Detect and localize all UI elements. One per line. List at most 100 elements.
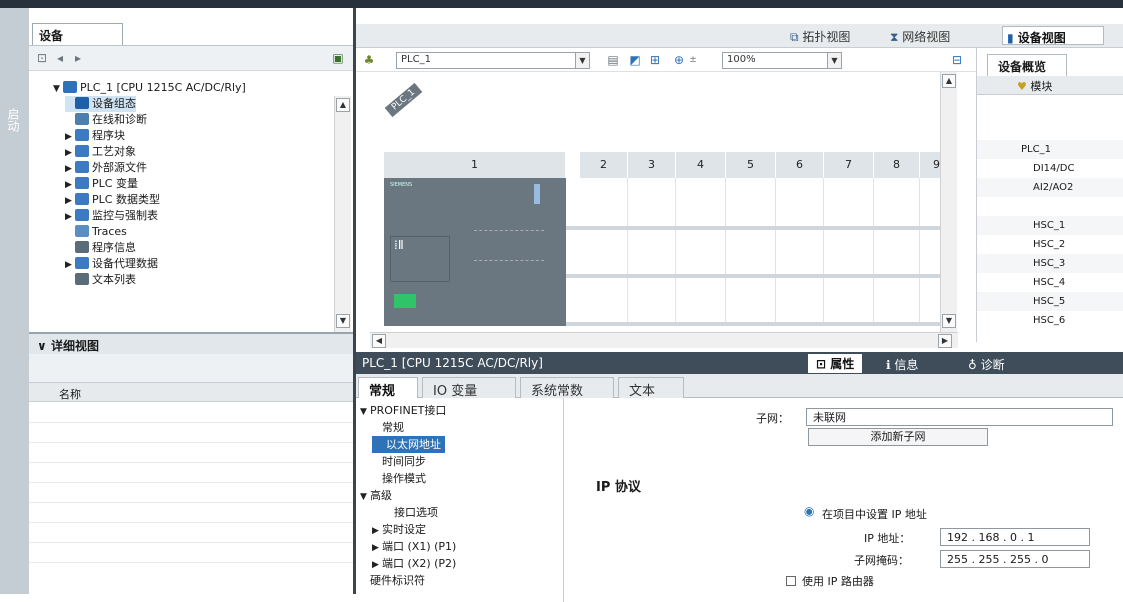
device-overview-tab[interactable]: 设备概览 (987, 54, 1067, 76)
tree-item[interactable]: Traces (65, 224, 127, 240)
inspector-nav-item[interactable]: 以太网地址 (372, 436, 445, 453)
chevron-right-icon[interactable]: ▶ (65, 193, 75, 209)
chevron-right-icon[interactable]: ▶ (65, 129, 75, 145)
inspector-tab[interactable]: 常规 (358, 377, 418, 399)
image-icon[interactable]: ◩ (628, 53, 642, 67)
overview-row[interactable]: HSC_6 (977, 311, 1123, 330)
inspector-nav-item[interactable]: ▶ 实时设定 (372, 521, 426, 538)
tree-item[interactable]: ▶ 程序块 (65, 128, 125, 144)
scroll-down-icon[interactable]: ▼ (942, 314, 956, 328)
chevron-right-icon[interactable]: ▶ (65, 145, 75, 161)
rack-canvas[interactable]: PLC_1 123456789 SIEMENS ⁞Ⅱ ▲ ▼ (370, 72, 958, 332)
scroll-left-icon[interactable]: ◀ (372, 334, 386, 348)
devices-tab[interactable]: 设备 (32, 23, 123, 45)
slot-header[interactable]: 4 (676, 152, 726, 178)
device-view-button[interactable]: ▮ 设备视图 (1002, 26, 1104, 45)
slot-header[interactable]: 2 (580, 152, 628, 178)
zoom-icon[interactable]: ⊕ (672, 53, 686, 67)
grid-icon[interactable]: ⊞ (648, 53, 662, 67)
overview-row[interactable]: HSC_3 (977, 254, 1123, 273)
properties-tab[interactable]: ⊡ 属性 (808, 354, 863, 373)
back-icon[interactable]: ◂ (53, 51, 67, 65)
scroll-up-icon[interactable]: ▲ (942, 74, 956, 88)
device-select-icon[interactable]: ♣ (362, 53, 376, 67)
module-column-header[interactable]: ♥ 模块 (977, 76, 1123, 95)
slot-header[interactable]: 3 (628, 152, 676, 178)
canvas-hscrollbar[interactable]: ◀ ▶ (370, 332, 958, 348)
table-icon[interactable]: ▤ (606, 53, 620, 67)
add-device-icon[interactable]: ▣ (331, 51, 345, 65)
scroll-right-icon[interactable]: ▶ (938, 334, 952, 348)
empty-slot[interactable] (676, 178, 726, 326)
network-view-button[interactable]: ⧗ 网络视图 (886, 26, 954, 45)
inspector-tab[interactable]: 系统常数 (520, 377, 614, 399)
tree-item[interactable]: ▶ 设备代理数据 (65, 256, 158, 272)
overview-row[interactable]: HSC_5 (977, 292, 1123, 311)
tree-item[interactable]: ▶ PLC 数据类型 (65, 192, 160, 208)
inspector-nav-item[interactable]: ▶ 端口 (X1) (P1) (372, 538, 456, 555)
inspector-nav-item[interactable]: 常规 (372, 419, 404, 436)
tree-item[interactable]: 在线和诊断 (65, 112, 147, 128)
detail-name-column[interactable]: 名称 (29, 382, 353, 402)
chevron-down-icon[interactable]: ▼ (53, 81, 63, 97)
radio-selected-icon[interactable]: ◉ (804, 504, 814, 518)
new-window-icon[interactable]: ⊡ (35, 51, 49, 65)
slot-header[interactable]: 1 (384, 152, 566, 178)
overview-row[interactable]: AI2/AO2 (977, 178, 1123, 197)
slot-header[interactable]: 7 (824, 152, 874, 178)
tree-item[interactable]: 设备组态 (65, 96, 136, 112)
chevron-right-icon[interactable]: ▶ (65, 209, 75, 225)
inspector-tab[interactable]: 文本 (618, 377, 684, 399)
device-dropdown[interactable]: PLC_1 ▼ (396, 52, 590, 69)
forward-icon[interactable]: ▸ (71, 51, 85, 65)
tree-item[interactable]: 程序信息 (65, 240, 136, 256)
empty-slot[interactable] (628, 178, 676, 326)
chevron-right-icon[interactable]: ▶ (65, 161, 75, 177)
inspector-nav-item[interactable]: ▼ PROFINET接口 (360, 402, 446, 419)
chevron-right-icon[interactable]: ▶ (65, 177, 75, 193)
inspector-nav-item[interactable]: 接口选项 (384, 504, 438, 521)
detail-view-header[interactable]: ∨ 详细视图 (29, 332, 353, 354)
tree-item[interactable]: ▶ 工艺对象 (65, 144, 136, 160)
slot-header[interactable]: 5 (726, 152, 776, 178)
scroll-up-icon[interactable]: ▲ (336, 98, 350, 112)
overview-row[interactable]: HSC_4 (977, 273, 1123, 292)
inspector-nav-item[interactable]: 硬件标识符 (360, 572, 425, 589)
zoom-stepper-icon[interactable]: ± (686, 53, 700, 67)
subnet-mask-field[interactable]: 255 . 255 . 255 . 0 (940, 550, 1090, 568)
overview-toggle-icon[interactable]: ⊟ (950, 53, 964, 67)
tree-scrollbar[interactable]: ▲ ▼ (334, 96, 351, 332)
overview-row[interactable]: PLC_1 (977, 140, 1123, 159)
tree-item[interactable]: 文本列表 (65, 272, 136, 288)
inspector-nav-item[interactable]: 操作模式 (372, 470, 426, 487)
router-checkbox[interactable] (786, 576, 796, 586)
zoom-dropdown[interactable]: 100% ▼ (722, 52, 842, 69)
overview-row[interactable]: HSC_2 (977, 235, 1123, 254)
slot-header[interactable]: 8 (874, 152, 920, 178)
empty-slot[interactable] (776, 178, 824, 326)
overview-row[interactable] (977, 197, 1123, 216)
task-card-strip[interactable]: 启动 (0, 8, 29, 594)
empty-slot[interactable] (726, 178, 776, 326)
overview-row[interactable]: HSC_1 (977, 216, 1123, 235)
empty-slot[interactable] (580, 178, 628, 326)
inspector-tab[interactable]: IO 变量 (422, 377, 516, 399)
inspector-nav-item[interactable]: ▼ 高级 (360, 487, 392, 504)
ip-address-field[interactable]: 192 . 168 . 0 . 1 (940, 528, 1090, 546)
topology-view-button[interactable]: ⧉ 拓扑视图 (786, 26, 854, 45)
tree-item[interactable]: ▼ PLC_1 [CPU 1215C AC/DC/Rly] (53, 80, 246, 96)
empty-slot[interactable] (824, 178, 874, 326)
inspector-nav-item[interactable]: ▶ 端口 (X2) (P2) (372, 555, 456, 572)
tree-item[interactable]: ▶ 外部源文件 (65, 160, 147, 176)
chevron-right-icon[interactable]: ▶ (65, 257, 75, 273)
tree-item[interactable]: ▶ PLC 变量 (65, 176, 138, 192)
tree-item[interactable]: ▶ 监控与强制表 (65, 208, 158, 224)
subnet-select[interactable]: 未联网 (806, 408, 1113, 426)
overview-row[interactable]: DI14/DC (977, 159, 1123, 178)
scroll-down-icon[interactable]: ▼ (336, 314, 350, 328)
cpu-module[interactable]: SIEMENS ⁞Ⅱ (384, 178, 566, 326)
diagnostics-tab[interactable]: ♁ 诊断 (968, 356, 1005, 373)
canvas-scrollbar[interactable]: ▲ ▼ (940, 72, 957, 332)
empty-slot[interactable] (874, 178, 920, 326)
info-tab[interactable]: ℹ 信息 (886, 356, 918, 373)
